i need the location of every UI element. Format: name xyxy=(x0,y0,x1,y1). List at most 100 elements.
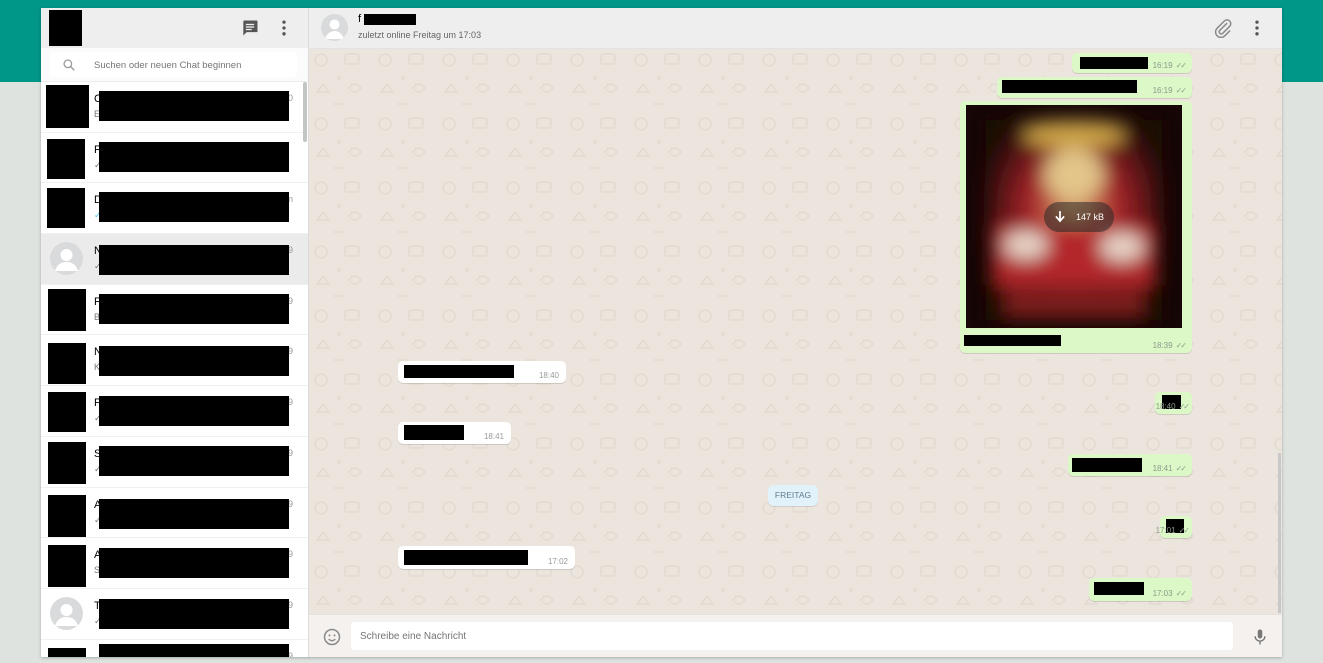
redaction-bar xyxy=(404,425,464,440)
redaction-bar xyxy=(99,396,289,427)
message-bubble-incoming[interactable]: 18:40 xyxy=(398,361,566,383)
conversation-scrollbar[interactable] xyxy=(1278,453,1281,613)
contact-avatar xyxy=(47,188,85,229)
default-avatar-icon xyxy=(50,242,83,276)
double-check-icon: ✓✓ xyxy=(1178,402,1190,411)
mic-icon[interactable] xyxy=(1251,627,1269,647)
message-time: 16:19 xyxy=(1152,86,1173,95)
redaction-bar xyxy=(99,548,289,579)
chat-list-item[interactable]: A ✓ 9 xyxy=(41,488,308,539)
message-time: 16:19 xyxy=(1152,61,1173,70)
message-meta: 16:19 ✓✓ xyxy=(1152,61,1188,70)
double-check-icon: ✓✓ xyxy=(1175,61,1187,70)
search-box xyxy=(50,52,297,79)
redaction-bar xyxy=(99,445,289,476)
message-time: 18:39 xyxy=(1152,341,1173,350)
menu-icon[interactable] xyxy=(1247,18,1267,38)
contact-avatar xyxy=(48,494,86,537)
conversation-header: f zuletzt online Freitag um 17:03 xyxy=(309,8,1282,49)
message-meta: 17:01 ✓✓ xyxy=(1155,526,1191,535)
contact-avatar xyxy=(48,288,86,331)
redaction-bar xyxy=(1002,80,1137,93)
chat-list-item[interactable]: H 9 xyxy=(41,640,308,657)
chat-list-item[interactable]: T ✓ 9 xyxy=(41,589,308,640)
contact-avatar[interactable] xyxy=(321,14,348,41)
double-check-icon: ✓✓ xyxy=(1175,341,1187,350)
redaction-bar xyxy=(99,598,289,629)
message-bubble-outgoing[interactable]: 17:03 ✓✓ xyxy=(1089,578,1192,601)
redaction-bar xyxy=(99,346,289,377)
search-icon xyxy=(63,59,75,71)
redaction-bar xyxy=(99,192,289,223)
contact-avatar xyxy=(48,441,86,484)
menu-icon[interactable] xyxy=(274,18,294,38)
sidebar: C E 0 F ✓ D ✓ n xyxy=(41,8,309,657)
chat-list-item[interactable]: C E 0 xyxy=(41,82,308,133)
message-time: 18:40 xyxy=(538,371,559,380)
contact-avatar xyxy=(48,343,86,385)
message-bubble-outgoing[interactable]: 17:01 ✓✓ xyxy=(1156,516,1192,538)
emoji-icon[interactable] xyxy=(322,627,342,647)
message-meta: 17:03 ✓✓ xyxy=(1152,589,1188,598)
sidebar-header xyxy=(41,8,308,48)
chat-list-item[interactable]: F ✓ 9 xyxy=(41,386,308,437)
image-thumbnail[interactable]: 147 kB xyxy=(966,105,1182,328)
sidebar-scrollbar[interactable] xyxy=(303,82,307,142)
chat-list-item[interactable]: A S 9 xyxy=(41,538,308,589)
new-chat-icon[interactable] xyxy=(240,18,260,38)
redaction-bar xyxy=(964,335,1061,346)
download-icon xyxy=(1055,211,1065,223)
redaction-bar xyxy=(99,245,289,276)
redaction-bar xyxy=(99,643,289,657)
attach-icon[interactable] xyxy=(1213,18,1233,38)
contact-name[interactable]: f xyxy=(358,13,416,25)
redaction-bar xyxy=(404,550,528,565)
redaction-bar xyxy=(99,293,289,324)
chat-list-item[interactable]: S ✓ 9 xyxy=(41,437,308,488)
message-meta: 16:19 ✓✓ xyxy=(1152,86,1188,95)
contact-avatar xyxy=(46,85,89,128)
message-time: 18:41 xyxy=(483,432,504,441)
contact-initial: f xyxy=(358,13,362,25)
redaction-bar xyxy=(1072,458,1142,472)
double-check-icon: ✓✓ xyxy=(1175,464,1187,473)
chat-list-item[interactable]: N K 9 xyxy=(41,335,308,387)
redaction-bar xyxy=(1080,57,1148,69)
chat-list-item[interactable]: F B 9 xyxy=(41,285,308,336)
chat-list-item[interactable]: F ✓ xyxy=(41,133,308,184)
message-meta: 18:40 ✓✓ xyxy=(1156,402,1191,411)
redaction-bar xyxy=(99,498,289,529)
message-time: 18:41 xyxy=(1152,464,1173,473)
message-bubble-incoming[interactable]: 17:02 xyxy=(398,546,575,569)
image-message-bubble[interactable]: 147 kB 18:39 ✓✓ xyxy=(960,101,1192,353)
my-avatar[interactable] xyxy=(49,10,82,46)
message-time: 17:03 xyxy=(1152,589,1173,598)
search-input[interactable] xyxy=(92,52,296,79)
default-avatar-icon xyxy=(50,596,83,630)
message-bubble-outgoing[interactable]: 18:41 ✓✓ xyxy=(1068,454,1192,476)
file-size: 147 kB xyxy=(1076,212,1105,222)
message-composer xyxy=(309,614,1282,657)
contact-avatar xyxy=(48,392,86,433)
chat-list-item[interactable]: D ✓ n xyxy=(41,183,308,235)
conversation-pane: f zuletzt online Freitag um 17:03 16:19 ✓… xyxy=(309,8,1282,657)
day-divider: FREITAG xyxy=(768,485,818,506)
message-bubble-outgoing[interactable]: 16:19 ✓✓ xyxy=(1072,53,1192,73)
message-meta: 18:39 ✓✓ xyxy=(1152,341,1188,350)
message-bubble-outgoing[interactable]: 18:40 ✓✓ xyxy=(1155,392,1192,414)
message-time: 17:01 xyxy=(1155,526,1176,535)
redaction-bar xyxy=(1094,582,1144,595)
message-bubble-outgoing[interactable]: 16:19 ✓✓ xyxy=(997,77,1192,98)
message-input[interactable] xyxy=(351,622,1233,650)
contact-avatar xyxy=(48,545,86,588)
whatsapp-web-app: C E 0 F ✓ D ✓ n xyxy=(41,8,1282,657)
message-bubble-incoming[interactable]: 18:41 xyxy=(398,422,511,444)
download-button[interactable]: 147 kB xyxy=(1044,202,1114,232)
message-meta: 18:41 ✓✓ xyxy=(1152,464,1188,473)
message-meta: 17:02 xyxy=(548,557,568,566)
redaction-bar xyxy=(99,141,289,172)
chat-list: C E 0 F ✓ D ✓ n N ✓ 9 F B 9 N K 9 F ✓ 9 … xyxy=(41,82,308,657)
message-meta: 18:41 xyxy=(484,432,504,441)
contact-last-seen: zuletzt online Freitag um 17:03 xyxy=(358,30,482,40)
chat-list-item-active[interactable]: N ✓ 9 xyxy=(41,234,308,285)
